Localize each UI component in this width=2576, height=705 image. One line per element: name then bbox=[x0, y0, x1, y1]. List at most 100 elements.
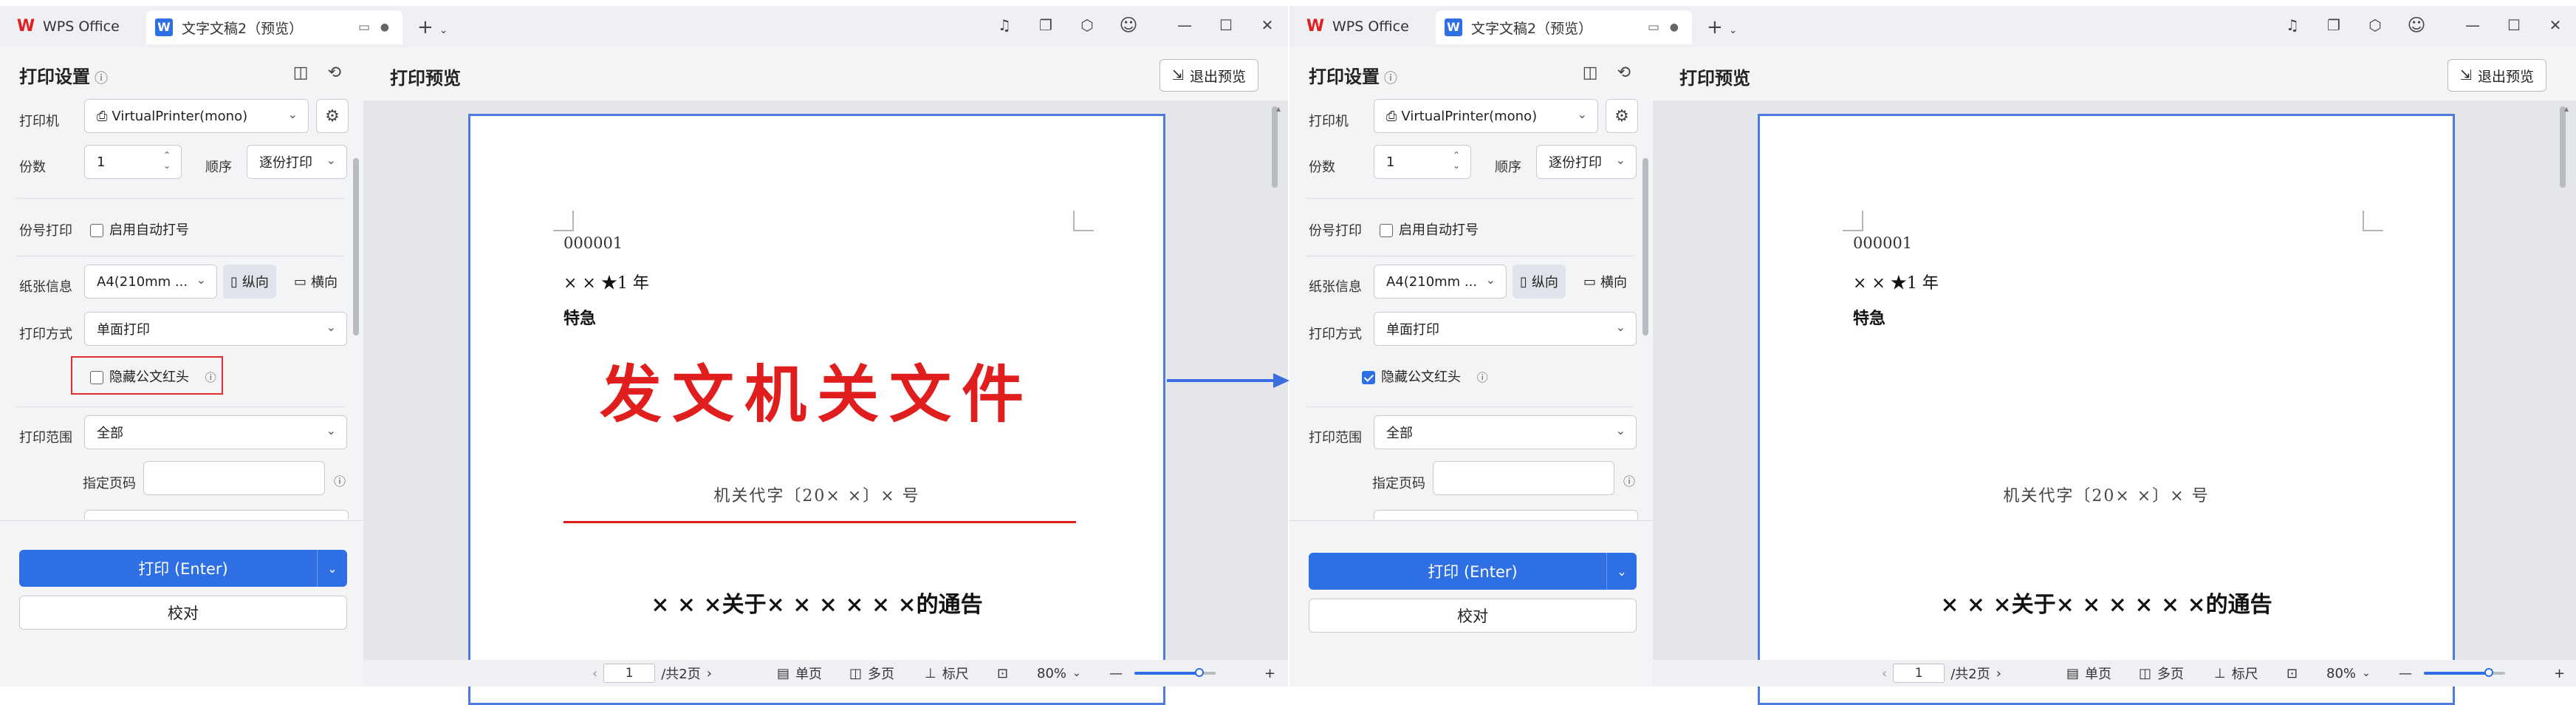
maximize-button[interactable]: ☐ bbox=[1205, 12, 1247, 38]
printer-settings-button[interactable]: ⚙ bbox=[1606, 99, 1638, 133]
zoom-slider[interactable] bbox=[2424, 668, 2505, 677]
minimize-button[interactable]: — bbox=[1164, 12, 1205, 38]
print-button[interactable]: 打印 (Enter) ⌄ bbox=[1309, 553, 1637, 590]
close-button[interactable]: ✕ bbox=[1247, 12, 1288, 38]
auto-number-checkbox[interactable]: 启用自动打号 bbox=[1380, 219, 1479, 239]
pin-icon[interactable]: ⟲ bbox=[1617, 64, 1631, 82]
scrollbar[interactable] bbox=[2560, 106, 2566, 188]
landscape-button[interactable]: ▭ 横向 bbox=[287, 265, 345, 299]
scrollbar[interactable] bbox=[1642, 158, 1648, 336]
printer-select[interactable]: ⎙ VirtualPrinter(mono) ⌄ bbox=[1374, 99, 1598, 133]
cut-off-select[interactable] bbox=[84, 510, 349, 520]
zoom-slider[interactable] bbox=[1134, 668, 1216, 677]
stepper-arrows-icon[interactable]: ⌃ ⌄ bbox=[163, 150, 171, 171]
cut-off-select[interactable] bbox=[1374, 510, 1638, 520]
cube-icon[interactable]: ⬡ bbox=[1066, 12, 1108, 38]
page-input[interactable]: 1 bbox=[603, 664, 656, 683]
copy-number-label: 份号打印 bbox=[1309, 223, 1362, 239]
tab-wps-home[interactable]: W WPS Office bbox=[1306, 12, 1409, 41]
multi-page-button[interactable]: ◫ 多页 bbox=[849, 664, 894, 683]
new-tab-button[interactable]: + ⌄ bbox=[1707, 16, 1738, 38]
range-select[interactable]: 全部 ⌄ bbox=[1374, 415, 1637, 449]
paper-select[interactable]: A4(210mm ... ⌄ bbox=[1374, 265, 1507, 299]
tab-document[interactable]: W 文字文稿2（预览） ▭ ● bbox=[146, 10, 402, 44]
zoom-select[interactable]: 80% ⌄ bbox=[1037, 666, 1081, 681]
copy-number-row: 份号打印 启用自动打号 bbox=[0, 208, 363, 248]
pin-icon[interactable]: ⟲ bbox=[328, 64, 341, 82]
landscape-button[interactable]: ▭ 横向 bbox=[1576, 265, 1634, 299]
new-tab-button[interactable]: + ⌄ bbox=[417, 16, 448, 38]
single-page-button[interactable]: ▤ 单页 bbox=[2066, 664, 2111, 683]
layout-icon[interactable]: ◫ bbox=[1583, 64, 1598, 82]
scrollbar[interactable] bbox=[353, 158, 359, 336]
help-icon[interactable]: ⓘ bbox=[1384, 71, 1397, 86]
order-select[interactable]: 逐份打印 ⌄ bbox=[1536, 145, 1637, 179]
zoom-select[interactable]: 80% ⌄ bbox=[2326, 666, 2371, 681]
printer-settings-button[interactable]: ⚙ bbox=[316, 99, 349, 133]
order-select[interactable]: 逐份打印 ⌄ bbox=[247, 145, 347, 179]
window-mode-icon[interactable]: ❐ bbox=[1025, 12, 1066, 38]
layout-icon[interactable]: ◫ bbox=[293, 64, 309, 82]
scrollbar[interactable] bbox=[1272, 106, 1278, 188]
multi-page-button[interactable]: ◫ 多页 bbox=[2139, 664, 2184, 683]
zoom-slider-knob[interactable] bbox=[2484, 668, 2493, 677]
printer-select[interactable]: ⎙ VirtualPrinter(mono) ⌄ bbox=[84, 99, 309, 133]
chevron-down-icon[interactable]: ⌄ bbox=[1606, 553, 1637, 590]
tab-wps-home[interactable]: W WPS Office bbox=[16, 12, 120, 41]
copies-stepper[interactable]: 1 ⌃ ⌄ bbox=[84, 145, 182, 179]
hide-header-checkbox[interactable]: 隐藏公文红头 ⓘ bbox=[1362, 367, 1488, 386]
help-icon[interactable]: ⓘ bbox=[334, 471, 346, 489]
maximize-button[interactable]: ☐ bbox=[2493, 12, 2535, 38]
tab-monitor-icon[interactable]: ▭ bbox=[358, 20, 370, 35]
tab-document[interactable]: W 文字文稿2（预览） ▭ ● bbox=[1436, 10, 1692, 44]
next-page-icon[interactable]: › bbox=[1996, 666, 2001, 681]
proof-button[interactable]: 校对 bbox=[19, 596, 347, 630]
auto-number-checkbox[interactable]: 启用自动打号 bbox=[90, 219, 189, 239]
portrait-button[interactable]: ▯ 纵向 bbox=[1513, 265, 1566, 299]
minimize-button[interactable]: — bbox=[2452, 12, 2493, 38]
range-select[interactable]: 全部 ⌄ bbox=[84, 415, 347, 449]
scroll-up-icon[interactable]: ▴ bbox=[2564, 103, 2569, 114]
zoom-slider-knob[interactable] bbox=[1195, 668, 1204, 677]
tab-monitor-icon[interactable]: ▭ bbox=[1648, 20, 1659, 35]
cube-icon[interactable]: ⬡ bbox=[2354, 12, 2396, 38]
scroll-up-icon[interactable]: ▴ bbox=[1276, 103, 1281, 114]
next-page-icon[interactable]: › bbox=[707, 666, 712, 681]
zoom-out-button[interactable]: — bbox=[2399, 666, 2412, 681]
bell-icon[interactable]: ♫ bbox=[2272, 12, 2313, 38]
avatar[interactable]: ☺ bbox=[2396, 12, 2437, 38]
ruler-button[interactable]: ⊥ 标尺 bbox=[2214, 664, 2258, 683]
help-icon[interactable]: ⓘ bbox=[1623, 471, 1635, 489]
help-icon[interactable]: ⓘ bbox=[1477, 371, 1488, 384]
ruler-button[interactable]: ⊥ 标尺 bbox=[925, 664, 969, 683]
tab-dot-icon[interactable]: ● bbox=[380, 21, 389, 33]
prev-page-icon[interactable]: ‹ bbox=[1882, 666, 1887, 681]
single-page-button[interactable]: ▤ 单页 bbox=[777, 664, 822, 683]
copies-stepper[interactable]: 1 ⌃ ⌄ bbox=[1374, 145, 1471, 179]
tab-dot-icon[interactable]: ● bbox=[1670, 21, 1679, 33]
bell-icon[interactable]: ♫ bbox=[984, 12, 1025, 38]
print-mode-select[interactable]: 单面打印 ⌄ bbox=[1374, 312, 1637, 346]
portrait-button[interactable]: ▯ 纵向 bbox=[223, 265, 276, 299]
avatar[interactable]: ☺ bbox=[1108, 12, 1149, 38]
fit-button[interactable]: ⊡ bbox=[2286, 666, 2298, 681]
zoom-in-button[interactable]: + bbox=[2554, 666, 2565, 681]
help-icon[interactable]: ⓘ bbox=[95, 71, 108, 86]
exit-preview-button[interactable]: ⇲ 退出预览 bbox=[1159, 59, 1258, 92]
pages-input[interactable] bbox=[143, 461, 325, 495]
chevron-down-icon[interactable]: ⌄ bbox=[317, 550, 347, 587]
exit-preview-button[interactable]: ⇲ 退出预览 bbox=[2447, 59, 2546, 92]
close-button[interactable]: ✕ bbox=[2535, 12, 2576, 38]
print-mode-select[interactable]: 单面打印 ⌄ bbox=[84, 312, 347, 346]
stepper-arrows-icon[interactable]: ⌃ ⌄ bbox=[1453, 150, 1460, 171]
prev-page-icon[interactable]: ‹ bbox=[592, 666, 597, 681]
page-input[interactable]: 1 bbox=[1893, 664, 1945, 683]
paper-select[interactable]: A4(210mm ... ⌄ bbox=[84, 265, 217, 299]
pages-input[interactable] bbox=[1433, 461, 1614, 495]
fit-button[interactable]: ⊡ bbox=[997, 666, 1008, 681]
zoom-out-button[interactable]: — bbox=[1109, 666, 1123, 681]
zoom-in-button[interactable]: + bbox=[1264, 666, 1275, 681]
print-button[interactable]: 打印 (Enter) ⌄ bbox=[19, 550, 347, 587]
proof-button[interactable]: 校对 bbox=[1309, 599, 1637, 633]
window-mode-icon[interactable]: ❐ bbox=[2313, 12, 2354, 38]
